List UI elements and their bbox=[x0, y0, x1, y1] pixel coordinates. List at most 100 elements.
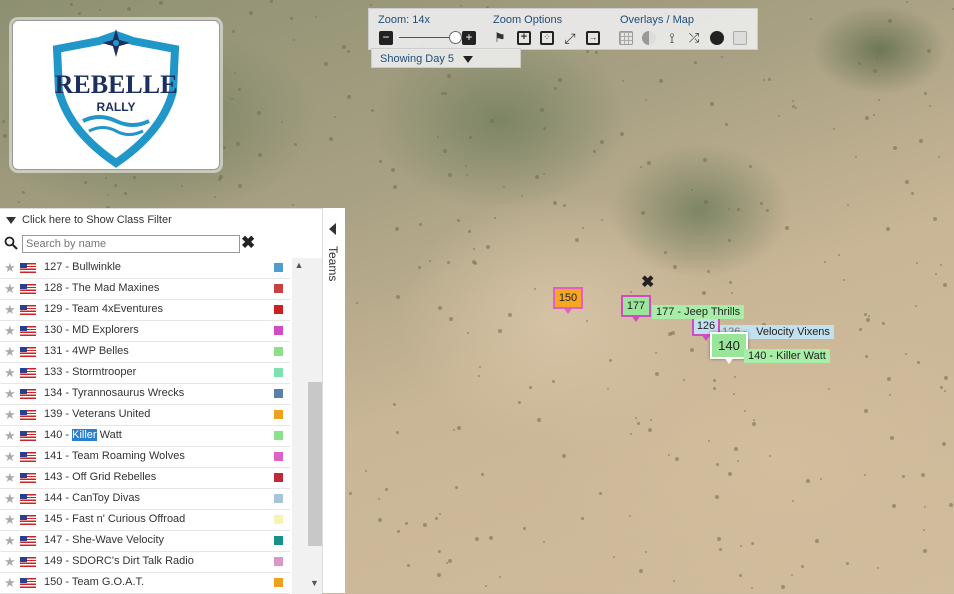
search-input[interactable] bbox=[22, 235, 240, 253]
shuffle-icon[interactable]: ⤮ bbox=[687, 31, 701, 45]
favorite-star-icon[interactable]: ★ bbox=[4, 407, 16, 423]
terrain-speck bbox=[423, 523, 427, 527]
favorite-star-icon[interactable]: ★ bbox=[4, 344, 16, 360]
team-marker-150[interactable]: 150 bbox=[553, 287, 583, 314]
terrain-speck bbox=[751, 587, 753, 589]
terrain-speck bbox=[927, 49, 931, 53]
terrain-speck bbox=[768, 78, 771, 81]
scrollbar[interactable]: ▲ ▼ bbox=[292, 258, 322, 594]
team-color-swatch bbox=[274, 557, 283, 566]
favorite-star-icon[interactable]: ★ bbox=[4, 323, 16, 339]
team-row[interactable]: ★ 143 - Off Grid Rebelles bbox=[0, 468, 290, 489]
team-row[interactable]: ★ 127 - Bullwinkle bbox=[0, 258, 290, 279]
terrain-speck bbox=[620, 132, 624, 136]
terrain-speck bbox=[846, 562, 849, 565]
arrow-box-icon[interactable]: → bbox=[586, 31, 600, 45]
team-row[interactable]: ★ 130 - MD Explorers bbox=[0, 321, 290, 342]
square-icon[interactable] bbox=[733, 31, 747, 45]
plus-box-icon[interactable]: + bbox=[517, 31, 531, 45]
favorite-star-icon[interactable]: ★ bbox=[4, 260, 16, 276]
us-flag-icon bbox=[20, 326, 36, 336]
zoom-slider[interactable] bbox=[399, 37, 454, 38]
favorite-star-icon[interactable]: ★ bbox=[4, 281, 16, 297]
terrain-speck bbox=[694, 61, 697, 64]
favorite-star-icon[interactable]: ★ bbox=[4, 428, 16, 444]
teams-tab[interactable]: Teams bbox=[322, 208, 345, 593]
team-row[interactable]: ★ 150 - Team G.O.A.T. bbox=[0, 573, 290, 594]
team-row[interactable]: ★ 131 - 4WP Belles bbox=[0, 342, 290, 363]
terrain-speck bbox=[249, 11, 253, 15]
terrain-speck bbox=[469, 136, 472, 139]
terrain-speck bbox=[902, 475, 905, 478]
route-icon[interactable]: ⟟ bbox=[665, 31, 679, 45]
globe-icon[interactable] bbox=[710, 31, 724, 45]
favorite-star-icon[interactable]: ★ bbox=[4, 365, 16, 381]
favorite-star-icon[interactable]: ★ bbox=[4, 470, 16, 486]
terrain-speck bbox=[294, 143, 297, 146]
favorite-star-icon[interactable]: ★ bbox=[4, 449, 16, 465]
favorite-star-icon[interactable]: ★ bbox=[4, 302, 16, 318]
team-row[interactable]: ★ 139 - Veterans United bbox=[0, 405, 290, 426]
terrain-speck bbox=[448, 559, 452, 563]
terrain-speck bbox=[537, 418, 541, 422]
terrain-speck bbox=[892, 504, 896, 508]
terrain-speck bbox=[181, 185, 183, 187]
terrain-speck bbox=[752, 422, 756, 426]
team-row[interactable]: ★ 140 - Killer Watt bbox=[0, 426, 290, 447]
favorite-star-icon[interactable]: ★ bbox=[4, 533, 16, 549]
team-name-prefix: 140 - bbox=[44, 429, 73, 441]
team-marker-140[interactable]: 140 bbox=[710, 332, 748, 364]
zoom-out-icon[interactable]: − bbox=[379, 31, 393, 45]
terrain-speck bbox=[238, 184, 242, 188]
terrain-speck bbox=[778, 115, 780, 117]
team-label: 149 - SDORC's Dirt Talk Radio bbox=[44, 555, 194, 567]
team-row[interactable]: ★ 128 - The Mad Maxines bbox=[0, 279, 290, 300]
dice-icon[interactable]: ⁘ bbox=[540, 31, 554, 45]
day-select[interactable]: Showing Day 5 bbox=[371, 48, 521, 68]
clear-search-icon[interactable]: ✖ bbox=[241, 233, 255, 253]
terrain-speck bbox=[940, 386, 943, 389]
team-row[interactable]: ★ 141 - Team Roaming Wolves bbox=[0, 447, 290, 468]
terrain-speck bbox=[586, 320, 588, 322]
team-row[interactable]: ★ 144 - CanToy Divas bbox=[0, 489, 290, 510]
team-row[interactable]: ★ 134 - Tyrannosaurus Wrecks bbox=[0, 384, 290, 405]
zoom-in-icon[interactable]: + bbox=[462, 31, 476, 45]
team-tag-140[interactable]: 140 - Killer Watt bbox=[744, 349, 830, 363]
team-row[interactable]: ★ 133 - Stormtrooper bbox=[0, 363, 290, 384]
team-row[interactable]: ★ 149 - SDORC's Dirt Talk Radio bbox=[0, 552, 290, 573]
expand-icon[interactable]: ⤢ bbox=[563, 31, 577, 45]
contrast-icon[interactable] bbox=[642, 31, 656, 45]
terrain-speck bbox=[760, 202, 763, 205]
close-icon[interactable]: ✖ bbox=[641, 272, 654, 292]
team-tag-177[interactable]: 177 - Jeep Thrills bbox=[652, 305, 745, 319]
team-label: 134 - Tyrannosaurus Wrecks bbox=[44, 387, 184, 399]
favorite-star-icon[interactable]: ★ bbox=[4, 554, 16, 570]
team-row[interactable]: ★ 129 - Team 4xEventures bbox=[0, 300, 290, 321]
checkered-flag-icon[interactable]: ⚑ bbox=[494, 31, 508, 45]
terrain-speck bbox=[915, 305, 917, 307]
class-filter-toggle[interactable]: Click here to Show Class Filter bbox=[6, 214, 172, 226]
terrain-speck bbox=[22, 191, 25, 194]
scroll-up-icon[interactable]: ▲ bbox=[292, 260, 306, 270]
terrain-speck bbox=[465, 165, 467, 167]
favorite-star-icon[interactable]: ★ bbox=[4, 512, 16, 528]
favorite-star-icon[interactable]: ★ bbox=[4, 575, 16, 591]
terrain-speck bbox=[924, 92, 927, 95]
scroll-down-icon[interactable]: ▼ bbox=[310, 578, 319, 588]
grid-icon[interactable] bbox=[619, 31, 633, 45]
terrain-speck bbox=[728, 472, 732, 476]
terrain-speck bbox=[479, 366, 481, 368]
team-name: 141 - Team Roaming Wolves bbox=[44, 450, 185, 462]
logo-brand-text: REBELLE bbox=[55, 70, 178, 99]
scrollbar-thumb[interactable] bbox=[308, 382, 322, 546]
team-name: 133 - Stormtrooper bbox=[44, 366, 137, 378]
team-row[interactable]: ★ 147 - She-Wave Velocity bbox=[0, 531, 290, 552]
terrain-speck bbox=[630, 433, 632, 435]
terrain-speck bbox=[438, 306, 442, 310]
team-marker-177[interactable]: 177 bbox=[621, 295, 651, 322]
favorite-star-icon[interactable]: ★ bbox=[4, 491, 16, 507]
terrain-speck bbox=[737, 460, 739, 462]
favorite-star-icon[interactable]: ★ bbox=[4, 386, 16, 402]
zoom-slider-handle[interactable] bbox=[449, 31, 462, 44]
team-row[interactable]: ★ 145 - Fast n' Curious Offroad bbox=[0, 510, 290, 531]
